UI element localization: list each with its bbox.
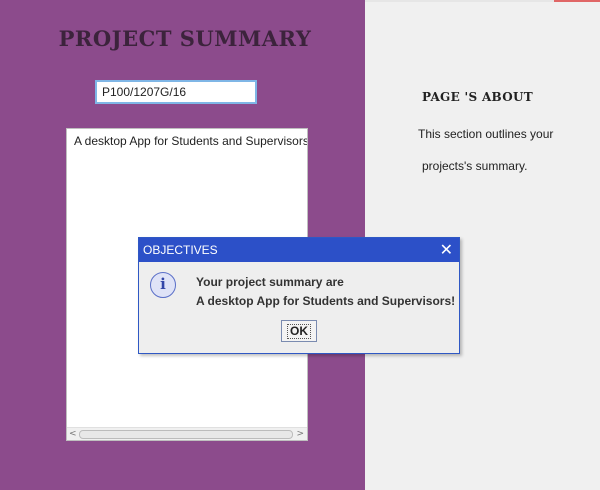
- dialog-message-line1: Your project summary are: [196, 275, 344, 289]
- objectives-dialog: OBJECTIVES ✕ i Your project summary are …: [138, 237, 460, 354]
- horizontal-scrollbar[interactable]: < >: [67, 427, 307, 440]
- ok-button-label: OK: [287, 324, 311, 339]
- summary-text: A desktop App for Students and Superviso…: [74, 134, 308, 148]
- about-text-line1: This section outlines your: [418, 127, 554, 141]
- dialog-title: OBJECTIVES: [143, 243, 218, 257]
- page-title: PROJECT SUMMARY: [58, 26, 312, 51]
- project-id-field[interactable]: P100/1207G/16: [95, 80, 257, 104]
- dialog-titlebar[interactable]: OBJECTIVES ✕: [139, 238, 459, 262]
- about-text-line2: projects's summary.: [422, 159, 528, 173]
- info-icon: i: [150, 272, 176, 298]
- scrollbar-thumb[interactable]: [79, 430, 293, 439]
- scroll-right-icon[interactable]: >: [296, 428, 304, 440]
- scroll-left-icon[interactable]: <: [69, 428, 77, 440]
- top-accent-bar: [554, 0, 600, 2]
- close-icon[interactable]: ✕: [440, 239, 453, 261]
- ok-button[interactable]: OK: [281, 320, 317, 342]
- dialog-message-line2: A desktop App for Students and Superviso…: [196, 294, 456, 308]
- about-heading: PAGE 'S ABOUT: [422, 90, 533, 104]
